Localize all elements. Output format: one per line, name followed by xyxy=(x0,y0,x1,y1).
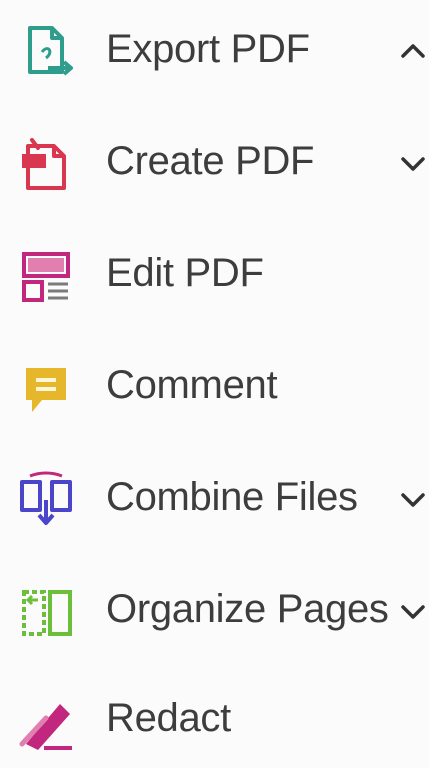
edit-pdf-icon xyxy=(16,246,76,306)
chevron-down-icon[interactable] xyxy=(398,152,428,176)
create-pdf-icon xyxy=(16,134,76,194)
tool-organize-pages[interactable]: Organize Pages xyxy=(0,560,429,672)
export-pdf-icon xyxy=(16,22,76,82)
tool-label: Comment xyxy=(106,363,278,407)
tool-label: Export PDF xyxy=(106,27,310,71)
tool-combine-files[interactable]: Combine Files xyxy=(0,448,429,560)
organize-pages-icon xyxy=(16,582,76,642)
combine-files-icon xyxy=(16,470,76,530)
tool-label: Organize Pages xyxy=(106,587,389,631)
tool-label: Redact xyxy=(106,696,231,740)
tool-label: Combine Files xyxy=(106,475,358,519)
redact-icon xyxy=(16,692,76,752)
chevron-down-icon[interactable] xyxy=(398,600,428,624)
tool-export-pdf[interactable]: Export PDF xyxy=(0,0,429,112)
chevron-down-icon[interactable] xyxy=(398,488,428,512)
tool-redact[interactable]: Redact xyxy=(0,672,429,768)
tool-label: Edit PDF xyxy=(106,251,264,295)
tools-panel: Export PDF Create PDF Edit PDF Comment C… xyxy=(0,0,429,768)
tool-edit-pdf[interactable]: Edit PDF xyxy=(0,224,429,336)
tool-comment[interactable]: Comment xyxy=(0,336,429,448)
chevron-up-icon[interactable] xyxy=(398,38,428,62)
tool-label: Create PDF xyxy=(106,139,315,183)
comment-icon xyxy=(16,360,76,420)
tool-create-pdf[interactable]: Create PDF xyxy=(0,112,429,224)
